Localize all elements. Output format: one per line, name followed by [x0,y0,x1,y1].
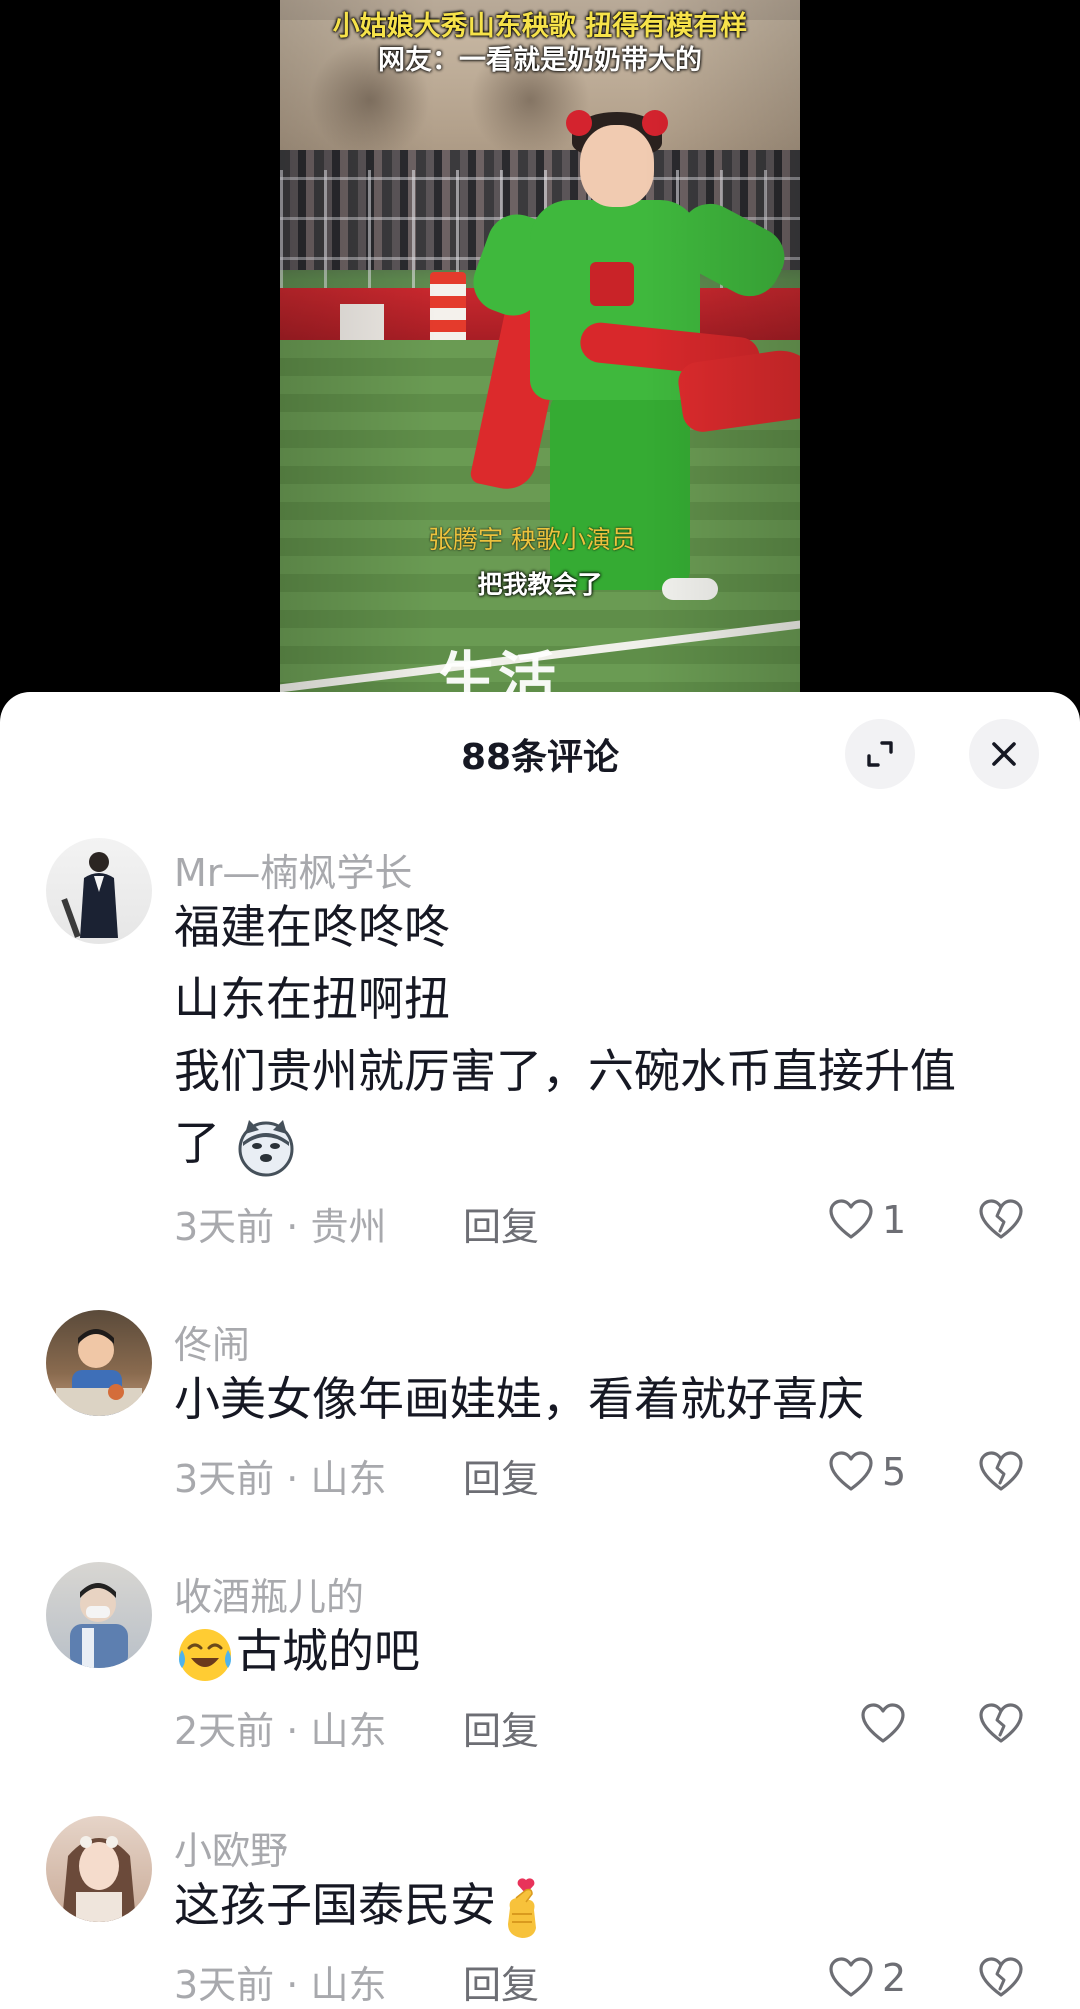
avatar[interactable] [46,1816,152,1922]
like-button[interactable] [860,1698,914,1750]
like-count: 2 [882,1956,907,2000]
heart-outline-icon [861,1703,905,1743]
heart-outline-icon [829,1957,873,1997]
comment-time: 3天前 [174,1457,275,1501]
comment-text-line: 这孩子国泰民安 [174,1878,496,1932]
meta-separator: · [274,1709,311,1753]
like-button[interactable]: 5 [828,1446,906,1498]
comment-username[interactable]: Mr—楠枫学长 [174,842,412,897]
comment-username[interactable]: 收酒瓶儿的 [174,1566,364,1621]
reply-button[interactable]: 回复 [463,1196,539,1251]
reply-button[interactable]: 回复 [463,1954,539,2009]
meta-separator: · [274,1205,311,1249]
comment-time: 3天前 [174,1205,275,1249]
tears-of-joy-emoji [179,1628,231,1681]
finger-heart-emoji [508,1877,536,1938]
comments-count-title: 88条评论 [460,737,620,778]
broken-heart-icon[interactable] [978,1197,1024,1243]
like-button[interactable]: 1 [828,1194,906,1246]
expand-icon [867,741,893,767]
comment-text-last-line: 了 [174,1106,297,1180]
performer-name-caption: 张腾宇 秧歌小演员 [428,525,636,554]
avatar-man-in-suit [61,852,118,938]
comment-meta: 3天前 · 山东 [174,1448,386,1503]
comment-text-line: 福建在咚咚咚 [174,900,450,954]
avatar[interactable] [46,1310,152,1416]
reply-button[interactable]: 回复 [463,1700,539,1755]
close-button[interactable] [969,719,1039,789]
avatar-woman-portrait [62,1836,136,1922]
comment-location: 山东 [310,1963,387,2007]
meta-separator: · [274,1963,311,2007]
video-player[interactable]: 小姑娘大秀山东秧歌 扭得有模有样 网友：一看就是奶奶带大的 张腾宇 秧歌小演员 … [0,0,1080,700]
like-count: 1 [882,1198,907,1242]
comment-text-line: 山东在扭啊扭 [174,972,450,1026]
meta-separator: · [274,1457,311,1501]
comment-username[interactable]: 佟闹 [174,1314,250,1369]
video-title-line2: 网友：一看就是奶奶带大的 [378,45,702,76]
comment-text-line: 古城的吧 [236,1624,420,1678]
comment-meta: 3天前 · 山东 [174,1954,386,2009]
doge-emoji [238,1119,294,1176]
avatar-child-eating [56,1329,142,1416]
close-icon [992,742,1016,766]
heart-outline-icon [829,1451,873,1491]
broken-heart-icon[interactable] [978,1701,1024,1747]
comment-meta: 3天前 · 贵州 [174,1196,386,1251]
comments-header: 88条评论 [0,692,1080,812]
comment-text-first-line: 这孩子国泰民安 [174,1868,548,1942]
like-button[interactable]: 2 [828,1952,906,2004]
comment-text-line: 了 [174,1116,220,1170]
avatar[interactable] [46,838,152,944]
video-watermark: 生活 [438,645,559,700]
video-subtitle: 把我教会了 [477,570,603,599]
comment-text-first-line: 古城的吧 [174,1614,420,1688]
reply-button[interactable]: 回复 [463,1448,539,1503]
like-count: 5 [882,1450,907,1494]
comment-time: 3天前 [174,1963,275,2007]
comment-location: 贵州 [310,1205,387,1249]
comments-sheet: 88条评论 Mr—楠枫学长 福建在咚咚咚 山东在扭啊扭 我们贵州就厉害了，六碗水… [0,692,1080,2009]
comment-text-line: 小美女像年画娃娃，看着就好喜庆 [174,1372,864,1426]
avatar-person-with-mask [70,1583,128,1668]
comment-username[interactable]: 小欧野 [174,1820,288,1875]
broken-heart-icon[interactable] [978,1449,1024,1495]
expand-button[interactable] [845,719,915,789]
comment-location: 山东 [310,1709,387,1753]
comment-meta: 2天前 · 山东 [174,1700,386,1755]
comment-time: 2天前 [174,1709,275,1753]
heart-outline-icon [829,1199,873,1239]
avatar[interactable] [46,1562,152,1668]
comment-text-line: 我们贵州就厉害了，六碗水币直接升值 [174,1044,956,1098]
broken-heart-icon[interactable] [978,1955,1024,2001]
comment-location: 山东 [310,1457,387,1501]
video-frame[interactable]: 小姑娘大秀山东秧歌 扭得有模有样 网友：一看就是奶奶带大的 张腾宇 秧歌小演员 … [280,0,800,700]
